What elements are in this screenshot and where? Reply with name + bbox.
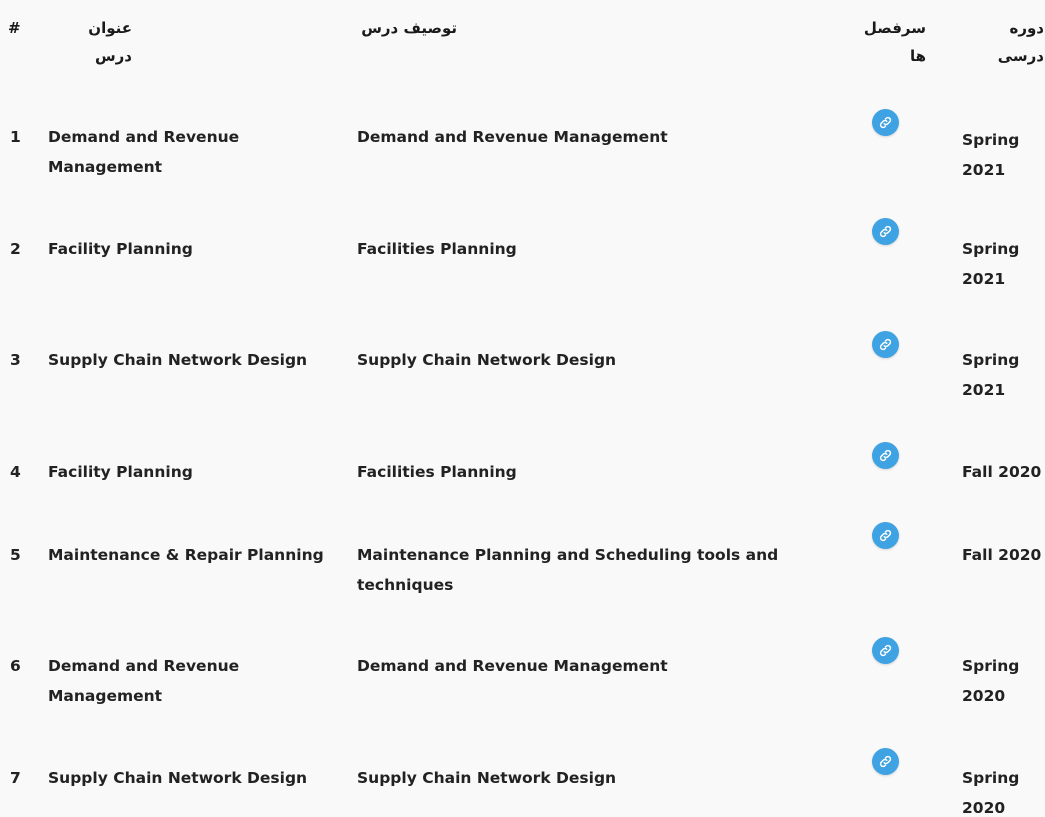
header-description: توصیف درس [361, 19, 457, 37]
header-syllabus: سرفصل ها [863, 19, 926, 65]
row-1-description: Demand and Revenue Management [357, 128, 668, 146]
courses-table: # عنوان درس توصیف درس سرفصل ها دوره درسی… [0, 0, 1045, 817]
row-5-num: 5 [10, 546, 21, 564]
row-5-title: Maintenance & Repair Planning [48, 546, 324, 564]
row-6-term: Spring 2020 [962, 657, 1020, 705]
row-3-description: Supply Chain Network Design [357, 351, 617, 369]
link-icon [879, 116, 892, 129]
row-6-description: Demand and Revenue Management [357, 657, 668, 675]
row-2-term: Spring 2021 [962, 240, 1020, 288]
row-2-syllabus-link[interactable] [872, 218, 899, 245]
link-icon [879, 644, 892, 657]
row-5-term: Fall 2020 [962, 546, 1042, 564]
row-6-num: 6 [10, 657, 21, 675]
header-num: # [8, 19, 21, 37]
link-icon [879, 449, 892, 462]
row-1-title: Demand and Revenue Management [48, 128, 240, 176]
row-3-syllabus-link[interactable] [872, 331, 899, 358]
row-4-syllabus-link[interactable] [872, 442, 899, 469]
row-1-term: Spring 2021 [962, 131, 1020, 179]
row-4-description: Facilities Planning [357, 463, 517, 481]
header-title: عنوان درس [88, 19, 132, 65]
row-7-description: Supply Chain Network Design [357, 769, 617, 787]
row-6-title: Demand and Revenue Management [48, 657, 240, 705]
row-7-term: Spring 2020 [962, 769, 1020, 817]
row-7-title: Supply Chain Network Design [48, 769, 308, 787]
row-7-syllabus-link[interactable] [872, 748, 899, 775]
row-5-syllabus-link[interactable] [872, 522, 899, 549]
row-2-num: 2 [10, 240, 21, 258]
link-icon [879, 755, 892, 768]
link-icon [879, 529, 892, 542]
row-2-description: Facilities Planning [357, 240, 517, 258]
header-term: دوره درسی [997, 19, 1044, 65]
row-2-title: Facility Planning [48, 240, 193, 258]
row-1-syllabus-link[interactable] [872, 109, 899, 136]
row-3-title: Supply Chain Network Design [48, 351, 308, 369]
row-4-term: Fall 2020 [962, 463, 1042, 481]
row-5-description: Maintenance Planning and Scheduling tool… [357, 546, 779, 594]
row-4-title: Facility Planning [48, 463, 193, 481]
link-icon [879, 225, 892, 238]
row-4-num: 4 [10, 463, 21, 481]
row-3-num: 3 [10, 351, 21, 369]
row-7-num: 7 [10, 769, 21, 787]
row-3-term: Spring 2021 [962, 351, 1020, 399]
link-icon [879, 338, 892, 351]
row-1-num: 1 [10, 128, 21, 146]
row-6-syllabus-link[interactable] [872, 637, 899, 664]
